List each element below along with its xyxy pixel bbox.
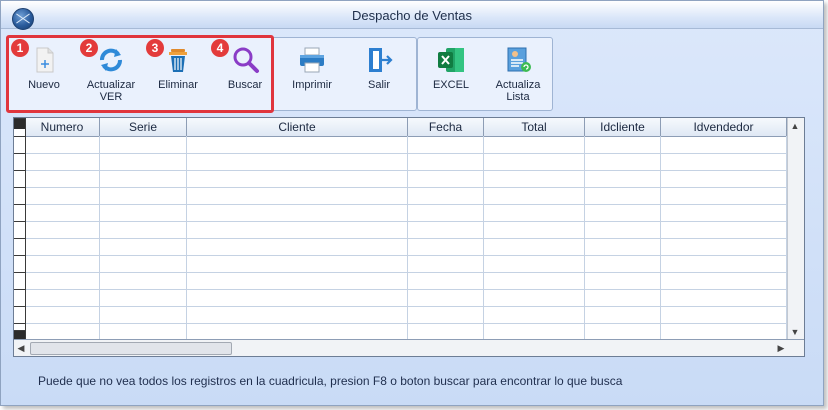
- badge-1: 1: [11, 39, 29, 57]
- badge-4: 4: [211, 39, 229, 57]
- status-message: Puede que no vea todos los registros en …: [38, 374, 623, 388]
- excel-button-label: EXCEL: [432, 79, 470, 91]
- print-button-label: Imprimir: [292, 79, 332, 91]
- column-header-idvendedor[interactable]: Idvendedor: [661, 118, 787, 136]
- column-header-numero[interactable]: Numero: [25, 118, 100, 136]
- badge-2: 2: [80, 39, 98, 57]
- excel-button[interactable]: EXCEL: [419, 45, 483, 91]
- app-window: Despacho de Ventas Nuevo Actualizar VER …: [0, 0, 824, 406]
- vertical-scrollbar[interactable]: ▲ ▼: [787, 118, 804, 340]
- horizontal-scroll-thumb[interactable]: [30, 342, 232, 355]
- grid-header: Numero Serie Cliente Fecha Total Idclien…: [25, 118, 787, 137]
- scroll-down-icon[interactable]: ▼: [788, 324, 802, 340]
- exit-button[interactable]: Salir: [347, 45, 411, 91]
- column-header-fecha[interactable]: Fecha: [408, 118, 484, 136]
- scroll-up-icon[interactable]: ▲: [788, 118, 802, 134]
- highlight-frame: [6, 35, 274, 113]
- column-header-idcliente[interactable]: Idcliente: [585, 118, 661, 136]
- column-header-serie[interactable]: Serie: [100, 118, 187, 136]
- scroll-right-icon[interactable]: ▶: [774, 340, 788, 356]
- badge-3: 3: [146, 39, 164, 57]
- printer-icon: [300, 47, 324, 73]
- update-list-button-label: Actualiza Lista: [495, 79, 541, 103]
- sales-grid[interactable]: Numero Serie Cliente Fecha Total Idclien…: [13, 117, 805, 357]
- scroll-left-icon[interactable]: ◀: [14, 340, 28, 356]
- title-bar: Despacho de Ventas: [1, 1, 823, 30]
- exit-door-icon: [369, 48, 393, 72]
- grid-lines: [25, 136, 787, 340]
- exit-button-label: Salir: [367, 79, 390, 91]
- update-list-icon: [507, 47, 531, 72]
- column-header-total[interactable]: Total: [484, 118, 585, 136]
- update-list-button[interactable]: Actualiza Lista: [486, 45, 550, 103]
- excel-icon: [438, 48, 464, 72]
- column-header-cliente[interactable]: Cliente: [187, 118, 408, 136]
- row-selector-column[interactable]: [14, 118, 26, 341]
- horizontal-scrollbar[interactable]: ◀ ▶: [14, 339, 804, 356]
- print-button[interactable]: Imprimir: [280, 45, 344, 91]
- window-title: Despacho de Ventas: [352, 8, 472, 23]
